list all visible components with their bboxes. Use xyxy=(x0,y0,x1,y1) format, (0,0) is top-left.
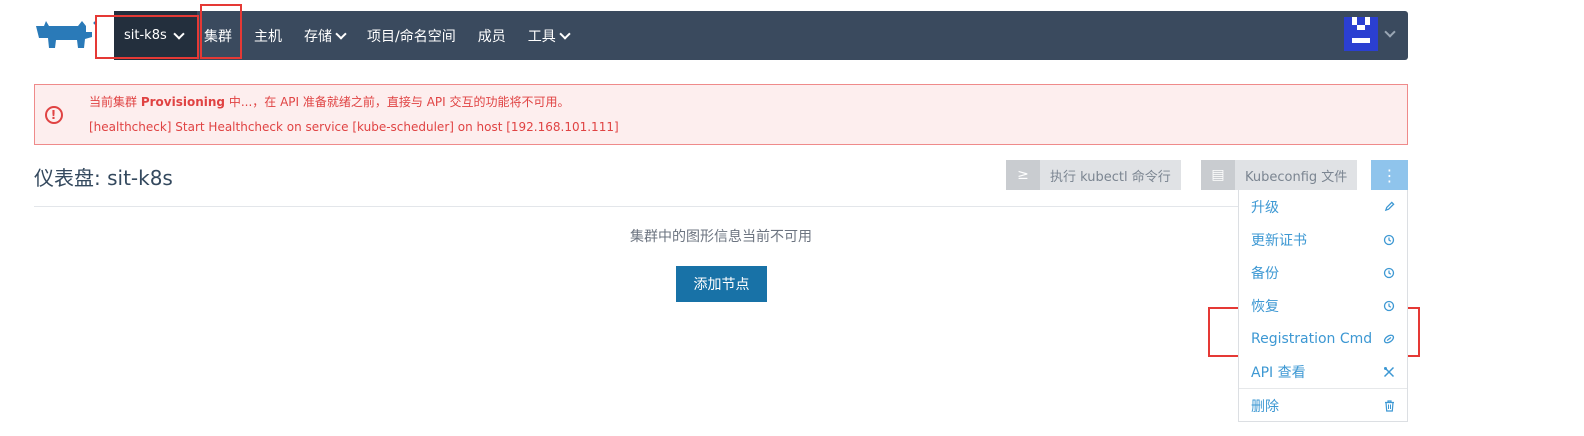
kubeconfig-button[interactable]: ▤ Kubeconfig 文件 xyxy=(1201,160,1358,190)
more-actions-button[interactable]: ⋮ xyxy=(1371,160,1408,190)
highlight-cluster-selector xyxy=(95,15,199,59)
chevron-down-icon xyxy=(335,27,347,40)
menu-item-upgrade[interactable]: 升级 xyxy=(1239,190,1407,223)
highlight-nav-cluster xyxy=(200,4,242,59)
history-icon xyxy=(1383,267,1395,279)
chevron-down-icon xyxy=(1384,26,1396,38)
history-icon xyxy=(1383,300,1395,312)
menu-item-api-view[interactable]: API 查看 xyxy=(1239,355,1407,388)
kubectl-button[interactable]: ≥ 执行 kubectl 命令行 xyxy=(1006,160,1181,190)
user-menu[interactable] xyxy=(1344,17,1396,51)
tools-icon xyxy=(1383,366,1395,378)
top-navbar: sit-k8s 集群 主机 存储 项目/命名空间 成员 工具 xyxy=(114,11,1408,60)
actions-dropdown: 升级 更新证书 备份 恢复 Registration Cmd API 查看 删除 xyxy=(1238,190,1408,422)
terminal-icon: ≥ xyxy=(1006,160,1040,190)
more-vertical-icon: ⋮ xyxy=(1381,165,1398,185)
file-icon: ▤ xyxy=(1201,160,1235,190)
divider xyxy=(34,206,1244,207)
menu-item-delete[interactable]: 删除 xyxy=(1239,389,1407,422)
alert-detail: [healthcheck] Start Healthcheck on servi… xyxy=(89,120,619,134)
avatar xyxy=(1344,17,1378,51)
nav-item-storage[interactable]: 存储 xyxy=(304,26,347,46)
add-node-button[interactable]: 添加节点 xyxy=(676,266,767,302)
nav-item-hosts[interactable]: 主机 xyxy=(254,26,282,46)
provisioning-alert: ! 当前集群 Provisioning 中...，在 API 准备就绪之前，直接… xyxy=(34,84,1408,145)
nav-item-tools[interactable]: 工具 xyxy=(528,26,571,46)
nav-item-projects[interactable]: 项目/命名空间 xyxy=(367,26,456,46)
trash-icon xyxy=(1383,399,1395,412)
page-title: 仪表盘: sit-k8s xyxy=(34,166,173,190)
menu-item-restore[interactable]: 恢复 xyxy=(1239,289,1407,322)
menu-item-backup[interactable]: 备份 xyxy=(1239,256,1407,289)
link-icon xyxy=(1383,333,1395,345)
nav-item-members[interactable]: 成员 xyxy=(478,26,506,46)
rancher-logo[interactable] xyxy=(34,18,98,54)
empty-state-message: 集群中的图形信息当前不可用 xyxy=(630,229,812,245)
alert-message: 当前集群 Provisioning 中...，在 API 准备就绪之前，直接与 … xyxy=(89,95,570,109)
pencil-icon xyxy=(1383,201,1395,213)
menu-item-registration-cmd[interactable]: Registration Cmd xyxy=(1239,322,1407,355)
chevron-down-icon xyxy=(559,27,571,40)
info-circle-icon: ! xyxy=(44,105,63,124)
